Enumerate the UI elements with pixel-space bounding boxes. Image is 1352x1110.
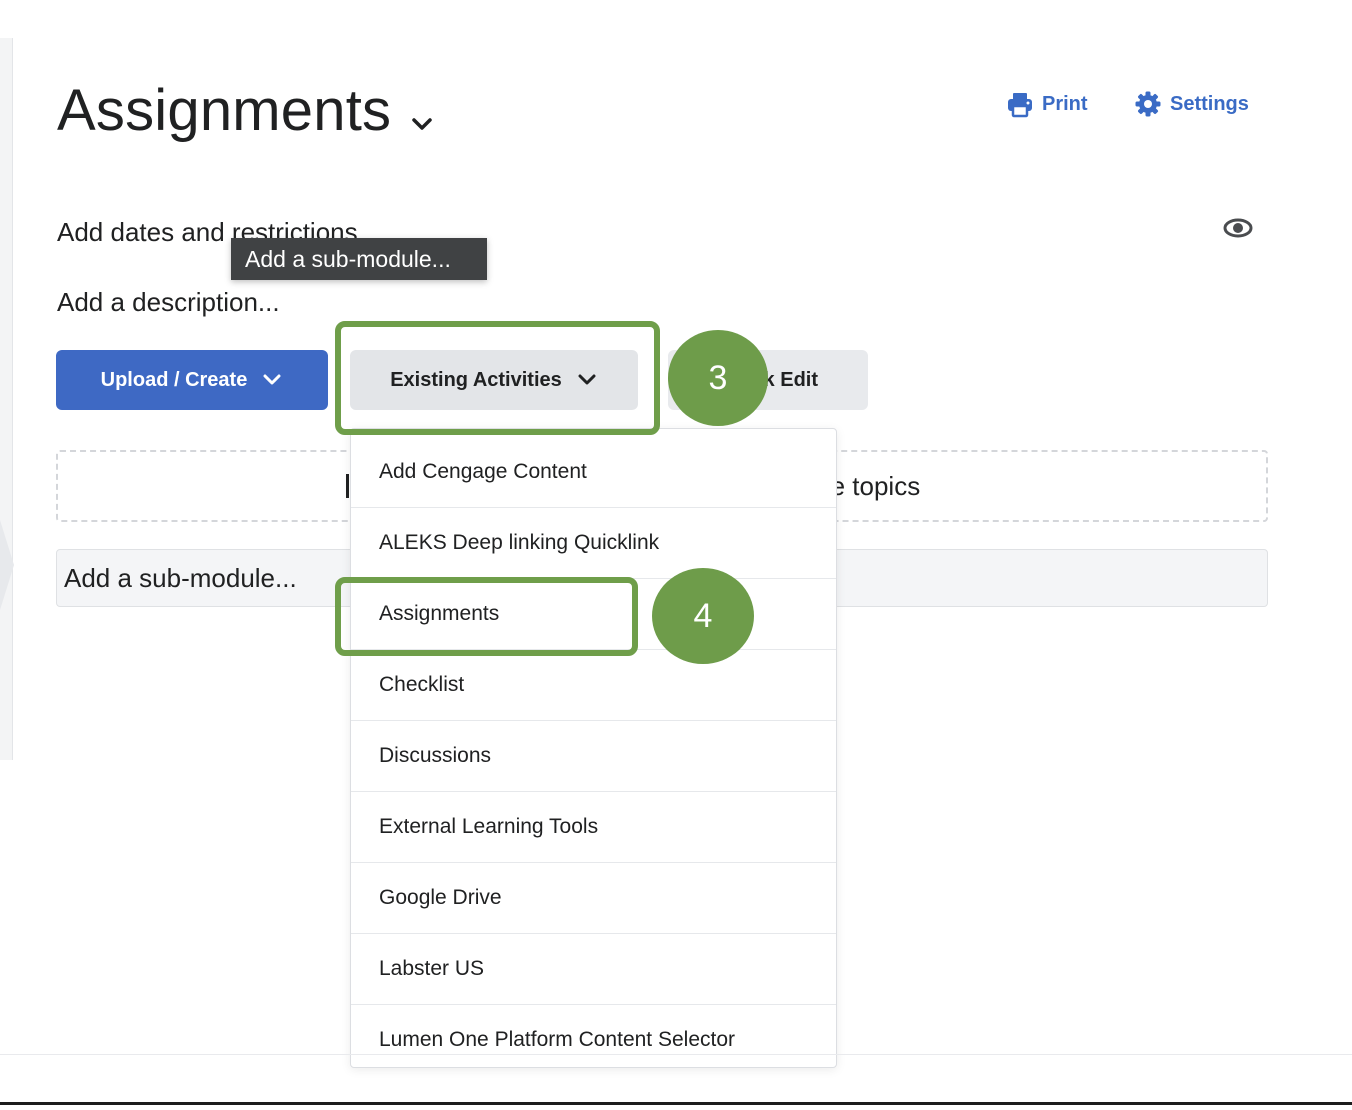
text-cursor: [346, 474, 349, 498]
upload-create-button[interactable]: Upload / Create: [56, 350, 328, 410]
menu-item-google-drive[interactable]: Google Drive: [351, 863, 836, 934]
printer-icon: [1008, 93, 1032, 118]
page-title: Assignments: [57, 78, 392, 143]
settings-label: Settings: [1170, 92, 1249, 115]
menu-item-aleks-deep-linking[interactable]: ALEKS Deep linking Quicklink: [351, 508, 836, 579]
highlight-existing-activities: [335, 321, 660, 435]
menu-item-checklist[interactable]: Checklist: [351, 650, 836, 721]
page-bottom-rule: [0, 1102, 1352, 1105]
eye-icon[interactable]: [1223, 215, 1253, 241]
menu-item-labster-us[interactable]: Labster US: [351, 934, 836, 1005]
page: Assignments Print Settings Add dates and…: [0, 0, 1352, 1110]
chevron-down-icon[interactable]: [408, 110, 436, 138]
tooltip: Add a sub-module...: [231, 238, 487, 280]
chevron-down-icon: [263, 374, 281, 385]
step-4-callout: 4: [652, 568, 754, 664]
existing-activities-menu: Add Cengage Content ALEKS Deep linking Q…: [350, 428, 837, 1068]
print-button[interactable]: Print: [1006, 86, 1088, 122]
upload-create-label: Upload / Create: [100, 368, 248, 391]
left-panel-edge: [0, 38, 13, 760]
settings-button[interactable]: Settings: [1134, 86, 1249, 122]
print-label: Print: [1042, 92, 1088, 115]
add-description-link[interactable]: Add a description...: [57, 284, 280, 320]
highlight-assignments-item: [335, 577, 638, 656]
menu-item-discussions[interactable]: Discussions: [351, 721, 836, 792]
add-submodule-placeholder: Add a sub-module...: [64, 563, 297, 593]
menu-item-add-cengage-content[interactable]: Add Cengage Content: [351, 437, 836, 508]
content-bottom-divider: [0, 1054, 1352, 1055]
menu-item-external-learning-tools[interactable]: External Learning Tools: [351, 792, 836, 863]
menu-item-lumen-one-platform[interactable]: Lumen One Platform Content Selector: [351, 1005, 836, 1067]
gear-icon: [1135, 91, 1161, 117]
step-3-callout: 3: [668, 330, 768, 426]
